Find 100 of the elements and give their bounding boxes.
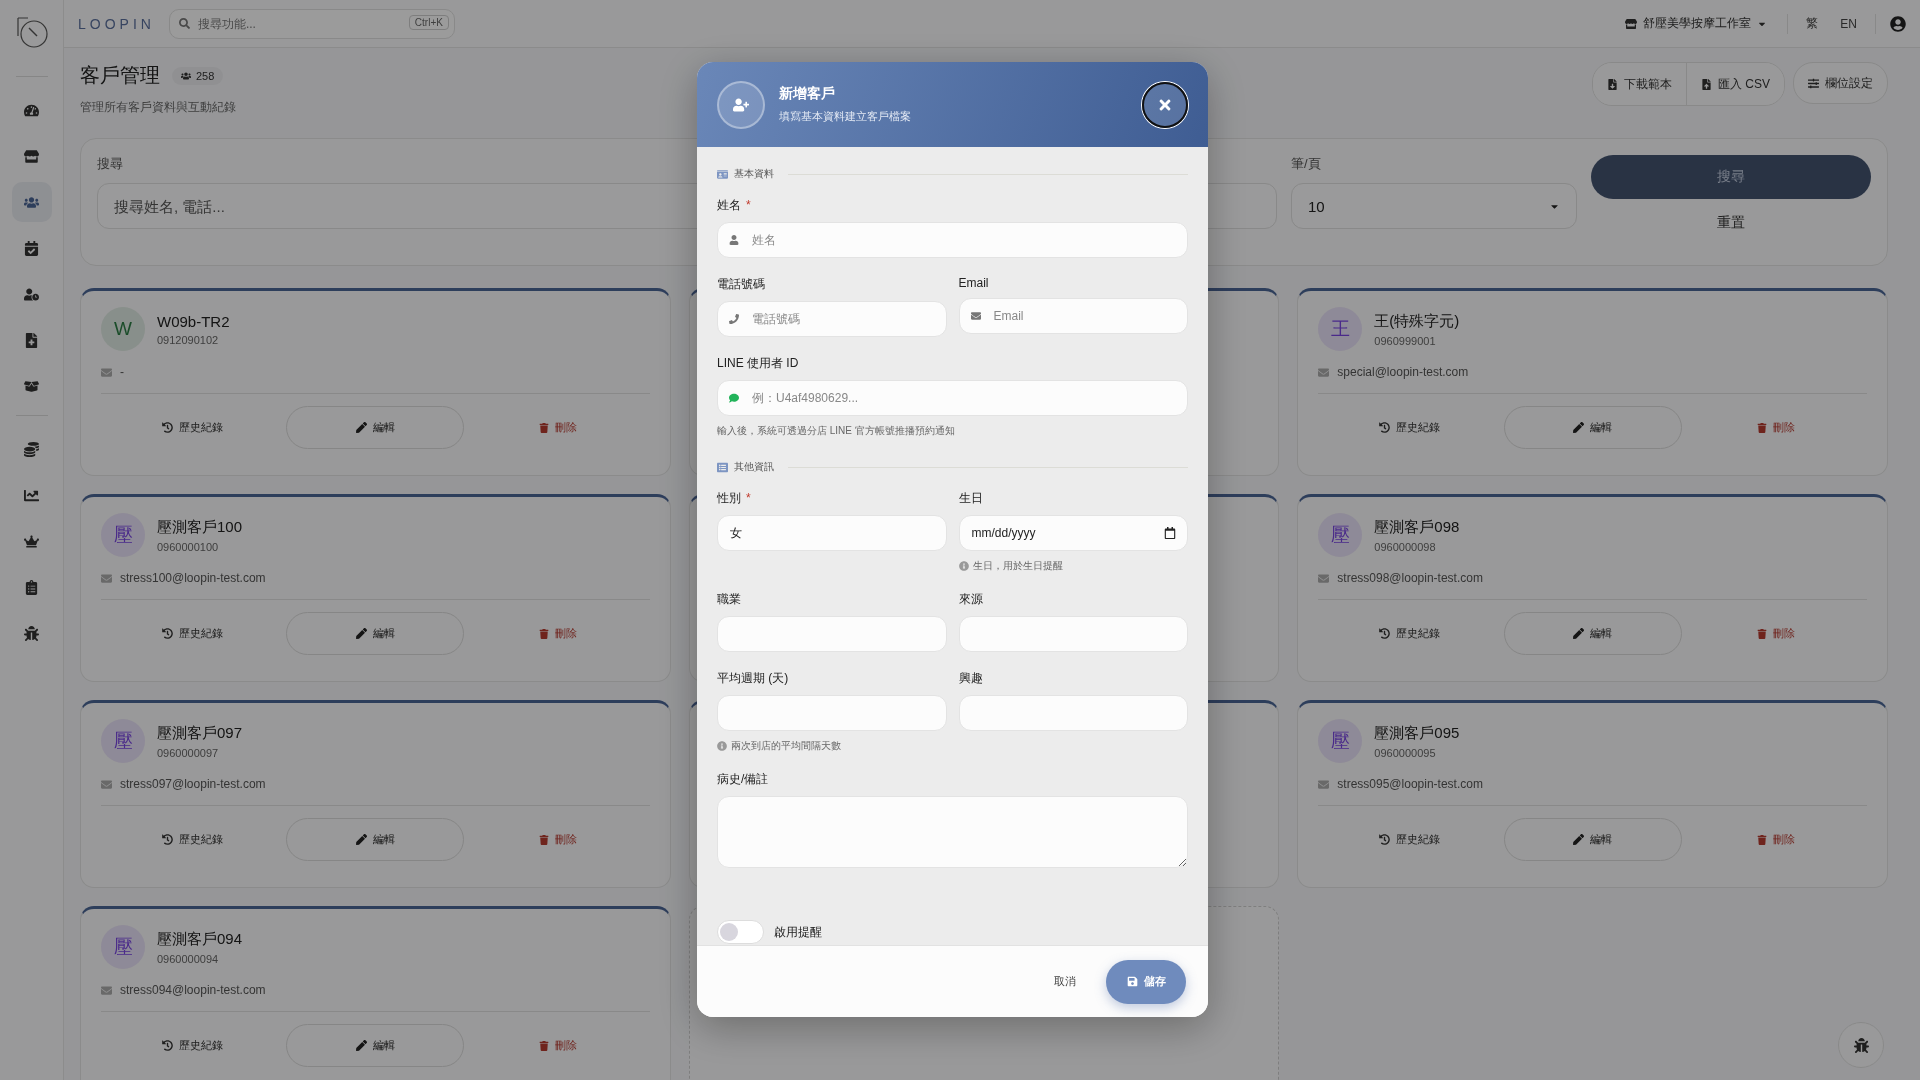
- envelope-icon: [101, 984, 112, 996]
- customer-phone: 0960000098: [1374, 540, 1437, 553]
- delete-button[interactable]: 刪除: [1750, 419, 1801, 436]
- history-button[interactable]: 歷史紀錄: [1373, 831, 1447, 848]
- info-icon: [717, 741, 727, 751]
- user-icon: [729, 235, 739, 245]
- envelope-icon: [970, 311, 981, 321]
- avatar-initial: 壓: [113, 935, 133, 959]
- save-button[interactable]: 儲存: [1106, 959, 1186, 1004]
- store-icon: [1625, 17, 1638, 30]
- history-button[interactable]: 歷史紀錄: [155, 1037, 229, 1054]
- envelope-icon: [1318, 366, 1330, 378]
- bug-report-button[interactable]: [1838, 1022, 1884, 1068]
- open-box-icon: [24, 378, 39, 394]
- input-field[interactable]: [717, 616, 947, 652]
- user-avatar-icon[interactable]: [1890, 15, 1906, 32]
- field-hint: 輸入後，系統可透過分店 LINE 官方帳號推播預約通知: [717, 424, 956, 438]
- history-button[interactable]: 歷史紀錄: [1373, 419, 1447, 436]
- calendar-check-icon: [24, 240, 39, 256]
- info-icon: [958, 561, 969, 571]
- crown-icon: [24, 533, 39, 549]
- toolbar-button[interactable]: 匯入 CSV: [1686, 63, 1784, 105]
- reminder-toggle[interactable]: [717, 920, 764, 944]
- input-field[interactable]: [717, 695, 947, 731]
- gender-select[interactable]: 女: [717, 515, 947, 551]
- line-chart-icon: [24, 487, 39, 503]
- page-title: 客戶管理: [80, 63, 160, 88]
- customer-name: 壓測客戶094: [157, 929, 243, 949]
- date-field[interactable]: mm/dd/yyyy: [958, 515, 1188, 551]
- cancel-button[interactable]: 取消: [1048, 973, 1082, 990]
- avatar-initial: W: [114, 318, 132, 340]
- trash-icon: [539, 422, 550, 433]
- sidebar-item[interactable]: [11, 182, 52, 222]
- input-field[interactable]: 電話號碼: [717, 301, 947, 337]
- field-label: 生日: [958, 490, 984, 507]
- file-download-icon: [1607, 78, 1618, 90]
- reset-button[interactable]: 重置: [1591, 213, 1871, 233]
- pencil-icon: [1573, 834, 1585, 845]
- envelope-icon: [1318, 778, 1330, 790]
- trash-icon: [1756, 628, 1767, 639]
- delete-button[interactable]: 刪除: [1750, 625, 1801, 642]
- input-field[interactable]: 姓名: [717, 222, 1188, 258]
- history-button[interactable]: 歷史紀錄: [155, 831, 229, 848]
- store-icon: [24, 148, 39, 164]
- pencil-icon: [355, 422, 367, 433]
- edit-button[interactable]: 編輯: [286, 818, 465, 861]
- store-selector[interactable]: 舒壓美學按摩工作室: [1619, 14, 1774, 33]
- edit-button[interactable]: 編輯: [286, 612, 465, 655]
- gauge-icon: [24, 102, 39, 118]
- edit-button[interactable]: 編輯: [1503, 406, 1682, 449]
- edit-button[interactable]: 編輯: [1503, 818, 1682, 861]
- field-label: 性別 *: [717, 490, 752, 507]
- page-size-select[interactable]: 10: [1291, 183, 1577, 229]
- language-button[interactable]: EN: [1836, 16, 1861, 31]
- search-button[interactable]: 搜尋: [1591, 155, 1871, 199]
- file-upload-icon: [1701, 78, 1712, 90]
- history-icon: [1379, 628, 1391, 639]
- customer-name: 壓測客戶100: [157, 517, 243, 537]
- trash-icon: [539, 1040, 550, 1051]
- customer-email: -: [120, 365, 124, 379]
- field-label: 平均週期 (天): [717, 670, 790, 687]
- delete-button[interactable]: 刪除: [1750, 831, 1801, 848]
- delete-button[interactable]: 刪除: [533, 1037, 584, 1054]
- pencil-icon: [1573, 628, 1585, 639]
- input-field[interactable]: 例：U4af4980629...: [717, 380, 1188, 416]
- history-icon: [161, 422, 173, 433]
- field-label: 姓名 *: [717, 197, 752, 214]
- list-card-icon: [717, 461, 728, 473]
- delete-button[interactable]: 刪除: [533, 419, 584, 436]
- delete-button[interactable]: 刪除: [533, 625, 584, 642]
- delete-button[interactable]: 刪除: [533, 831, 584, 848]
- input-field[interactable]: [958, 695, 1188, 731]
- history-button[interactable]: 歷史紀錄: [1373, 625, 1447, 642]
- field-label: 職業: [717, 591, 742, 608]
- calendar-icon[interactable]: [1164, 527, 1176, 539]
- customer-email: stress098@loopin-test.com: [1337, 571, 1483, 585]
- history-icon: [161, 1040, 173, 1051]
- history-icon: [1379, 834, 1391, 845]
- input-field[interactable]: [958, 616, 1188, 652]
- edit-button[interactable]: 編輯: [1503, 612, 1682, 655]
- user-plus-icon: [733, 96, 749, 113]
- toolbar-button[interactable]: 欄位設定: [1793, 62, 1888, 104]
- customer-email: stress095@loopin-test.com: [1337, 777, 1483, 791]
- edit-button[interactable]: 編輯: [286, 406, 465, 449]
- file-plus-icon: [24, 332, 39, 348]
- history-button[interactable]: 歷史紀錄: [155, 419, 229, 436]
- language-button[interactable]: 繁: [1802, 15, 1823, 32]
- history-button[interactable]: 歷史紀錄: [155, 625, 229, 642]
- edit-button[interactable]: 編輯: [286, 1024, 465, 1067]
- bug-icon: [24, 625, 39, 641]
- field-hint: 生日，用於生日提醒: [972, 559, 1063, 573]
- users-icon: [24, 194, 39, 210]
- input-field[interactable]: Email: [958, 298, 1188, 334]
- brand-name: LOOPIN: [78, 15, 155, 32]
- close-button[interactable]: [1142, 81, 1188, 128]
- toggle-label: 啟用提醒: [774, 923, 822, 941]
- envelope-icon: [1318, 572, 1330, 584]
- trash-icon: [1756, 422, 1767, 433]
- envelope-icon: [101, 778, 112, 790]
- save-icon: [1126, 976, 1138, 987]
